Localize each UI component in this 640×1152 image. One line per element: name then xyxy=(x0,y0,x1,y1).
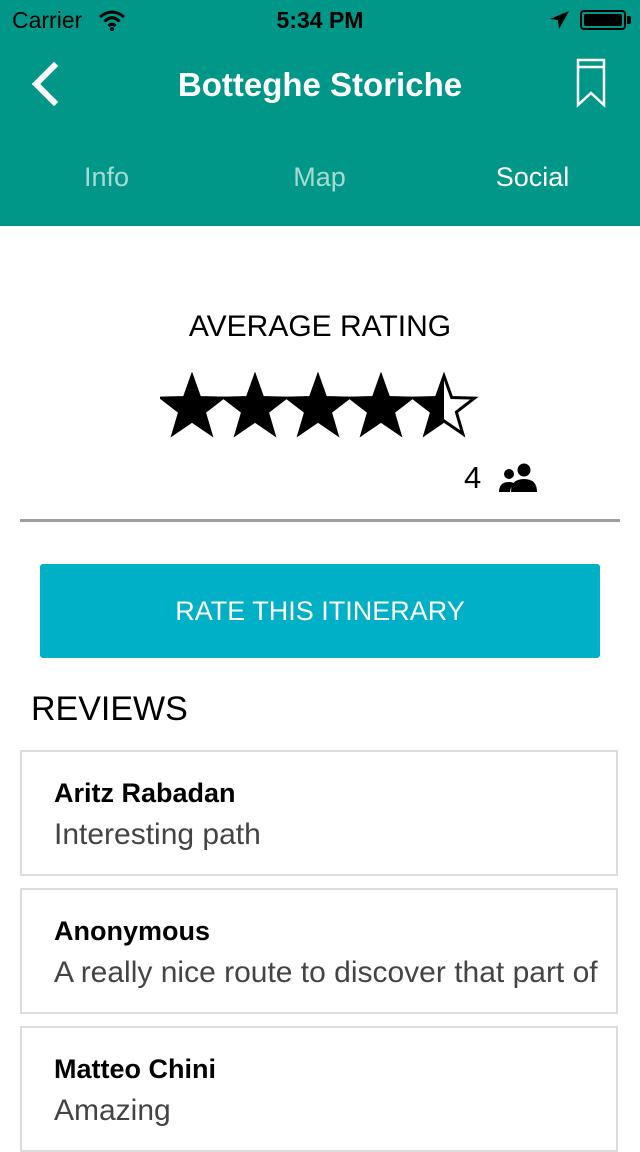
star-icon xyxy=(283,372,353,438)
rate-itinerary-button[interactable]: RATE THIS ITINERARY xyxy=(40,564,600,658)
app-header: Carrier 5:34 PM Botteghe Storiche Info M… xyxy=(0,0,640,226)
average-rating-label: AVERAGE RATING xyxy=(188,310,452,343)
reviews-heading: REVIEWS xyxy=(31,690,188,728)
star-icon xyxy=(346,372,416,438)
status-bar: Carrier 5:34 PM xyxy=(0,0,640,40)
star-icon xyxy=(220,372,290,438)
review-text: A really nice route to discover that par… xyxy=(54,956,598,989)
location-arrow-icon xyxy=(550,11,569,29)
review-card[interactable]: Matteo Chini Amazing xyxy=(20,1026,618,1152)
review-card[interactable]: Aritz Rabadan Interesting path xyxy=(20,750,618,876)
review-author: Aritz Rabadan xyxy=(54,778,236,808)
review-card[interactable]: Anonymous A really nice route to discove… xyxy=(20,888,618,1014)
review-text: Amazing xyxy=(54,1094,171,1127)
review-author: Anonymous xyxy=(54,916,211,946)
tab-social[interactable]: Social xyxy=(426,162,639,193)
rating-count: 4 xyxy=(464,460,482,495)
star-icon xyxy=(160,372,227,438)
battery-icon xyxy=(580,10,626,30)
rating-stars xyxy=(160,372,479,438)
clock: 5:34 PM xyxy=(276,7,364,33)
people-icon xyxy=(499,463,537,492)
tab-info[interactable]: Info xyxy=(0,162,213,193)
star-icon xyxy=(409,372,479,438)
tab-map[interactable]: Map xyxy=(213,162,426,193)
review-author: Matteo Chini xyxy=(54,1054,216,1084)
review-text: Interesting path xyxy=(54,818,261,851)
bookmark-icon[interactable] xyxy=(574,58,608,108)
page-title: Botteghe Storiche xyxy=(177,66,463,103)
rating-divider xyxy=(20,519,620,522)
battery-tip xyxy=(627,16,631,24)
